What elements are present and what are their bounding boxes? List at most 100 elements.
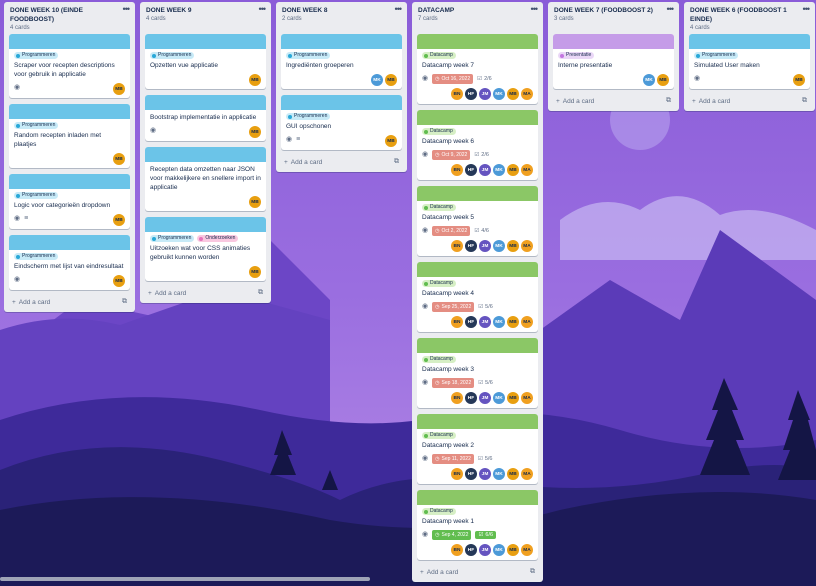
card[interactable]: Datacamp Datacamp week 6 ◉ ◷ Oct 9, 2022 ☑ 2/6… (417, 110, 538, 180)
add-card-button[interactable]: + Add a card ⧉ (412, 566, 543, 582)
avatar-bn[interactable]: BN (451, 316, 463, 328)
more-horizontal-icon[interactable]: ••• (259, 4, 267, 14)
avatar-mb[interactable]: MB (249, 126, 261, 138)
avatar-jm[interactable]: JM (479, 544, 491, 556)
avatar-mb[interactable]: MB (113, 153, 125, 165)
card-label-datacamp[interactable]: Datacamp (422, 432, 456, 439)
avatar-mb[interactable]: MB (249, 196, 261, 208)
more-horizontal-icon[interactable]: ••• (123, 4, 131, 14)
avatar-bn[interactable]: BN (451, 392, 463, 404)
card[interactable]: Datacamp Datacamp week 5 ◉ ◷ Oct 2, 2022 ☑ 4/6… (417, 186, 538, 256)
avatar-hf[interactable]: HF (465, 392, 477, 404)
avatar-mk[interactable]: MK (493, 544, 505, 556)
list-title[interactable]: DONE WEEK 6 (FOODBOOST 1 EINDE) (690, 6, 801, 24)
avatar-bn[interactable]: BN (451, 164, 463, 176)
card[interactable]: Recepten data omzetten naar JSON voor ma… (145, 147, 266, 211)
card-label-programmeren[interactable]: Programmeren (694, 52, 739, 59)
avatar-ma[interactable]: MA (521, 544, 533, 556)
due-date-badge[interactable]: ◷ Oct 16, 2022 (432, 74, 474, 84)
avatar-ma[interactable]: MA (521, 164, 533, 176)
card[interactable]: Datacamp Datacamp week 2 ◉ ◷ Sep 11, 2022 ☑ 5/… (417, 414, 538, 484)
avatar-mk[interactable]: MK (493, 240, 505, 252)
due-date-badge[interactable]: ◷ Oct 2, 2022 (432, 226, 471, 236)
template-icon[interactable]: ⧉ (122, 298, 127, 306)
avatar-mb[interactable]: MB (113, 275, 125, 287)
avatar-mk[interactable]: MK (493, 468, 505, 480)
card-label-presentatie[interactable]: Presentatie (558, 52, 595, 59)
avatar-mk[interactable]: MK (493, 88, 505, 100)
card[interactable]: Datacamp Datacamp week 1 ◉ ◷ Sep 4, 2022 ☑ 6/6… (417, 490, 538, 560)
card-label-programmeren[interactable]: Programmeren (150, 52, 195, 59)
list-title[interactable]: DONE WEEK 10 (EINDE FOODBOOST) (10, 6, 121, 24)
avatar-jm[interactable]: JM (479, 164, 491, 176)
avatar-mk[interactable]: MK (493, 316, 505, 328)
due-date-badge[interactable]: ◷ Sep 11, 2022 (432, 454, 474, 464)
avatar-jm[interactable]: JM (479, 240, 491, 252)
card[interactable]: Datacamp Datacamp week 3 ◉ ◷ Sep 18, 2022 ☑ 5/… (417, 338, 538, 408)
more-horizontal-icon[interactable]: ••• (803, 4, 811, 14)
card-label-programmeren[interactable]: Programmeren (286, 52, 331, 59)
add-card-button[interactable]: + Add a card ⧉ (4, 296, 135, 312)
card[interactable]: Programmeren Ingrediënten groeperen MK MB (281, 34, 402, 89)
more-horizontal-icon[interactable]: ••• (667, 4, 675, 14)
card[interactable]: Programmeren Opzetten vue applicatie MB (145, 34, 266, 89)
avatar-jm[interactable]: JM (479, 316, 491, 328)
avatar-ma[interactable]: MA (521, 316, 533, 328)
card[interactable]: Programmeren Logic voor categorieën dropd… (9, 174, 130, 229)
card-label-onderzoeken[interactable]: Onderzoeken (197, 235, 239, 242)
card-label-datacamp[interactable]: Datacamp (422, 356, 456, 363)
card-label-datacamp[interactable]: Datacamp (422, 280, 456, 287)
avatar-hf[interactable]: HF (465, 544, 477, 556)
card-label-datacamp[interactable]: Datacamp (422, 204, 456, 211)
avatar-mk[interactable]: MK (371, 74, 383, 86)
template-icon[interactable]: ⧉ (802, 97, 807, 105)
avatar-hf[interactable]: HF (465, 468, 477, 480)
avatar-mb[interactable]: MB (113, 83, 125, 95)
card[interactable]: Programmeren Scraper voor recepten descri… (9, 34, 130, 98)
avatar-ma[interactable]: MA (521, 88, 533, 100)
list-title[interactable]: DONE WEEK 9 (146, 6, 257, 15)
avatar-mb[interactable]: MB (507, 240, 519, 252)
card[interactable]: Programmeren GUI opschonen ◉ ≡ MB (281, 95, 402, 150)
more-horizontal-icon[interactable]: ••• (531, 4, 539, 14)
list-title[interactable]: DATACAMP (418, 6, 529, 15)
horizontal-scrollbar[interactable] (0, 577, 370, 581)
template-icon[interactable]: ⧉ (258, 289, 263, 297)
card-label-programmeren[interactable]: Programmeren (150, 235, 195, 242)
more-horizontal-icon[interactable]: ••• (395, 4, 403, 14)
avatar-hf[interactable]: HF (465, 164, 477, 176)
card-label-programmeren[interactable]: Programmeren (14, 253, 59, 260)
card-label-datacamp[interactable]: Datacamp (422, 128, 456, 135)
due-date-badge[interactable]: ◷ Sep 25, 2022 (432, 302, 475, 312)
avatar-bn[interactable]: BN (451, 544, 463, 556)
add-card-button[interactable]: + Add a card ⧉ (140, 287, 271, 303)
due-date-badge[interactable]: ◷ Oct 9, 2022 (432, 150, 471, 160)
avatar-mb[interactable]: MB (507, 392, 519, 404)
card[interactable]: Datacamp Datacamp week 4 ◉ ◷ Sep 25, 2022 ☑ 5/… (417, 262, 538, 332)
avatar-bn[interactable]: BN (451, 240, 463, 252)
avatar-mb[interactable]: MB (507, 468, 519, 480)
card-label-datacamp[interactable]: Datacamp (422, 52, 456, 59)
avatar-jm[interactable]: JM (479, 468, 491, 480)
card[interactable]: Programmeren Simulated User maken ◉ MB (689, 34, 810, 89)
card-label-programmeren[interactable]: Programmeren (14, 192, 59, 199)
avatar-mk[interactable]: MK (643, 74, 655, 86)
list-title[interactable]: DONE WEEK 7 (FOODBOOST 2) (554, 6, 665, 15)
template-icon[interactable]: ⧉ (666, 97, 671, 105)
card-label-programmeren[interactable]: Programmeren (14, 52, 59, 59)
list-title[interactable]: DONE WEEK 8 (282, 6, 393, 15)
add-card-button[interactable]: + Add a card ⧉ (684, 95, 815, 111)
avatar-mb[interactable]: MB (657, 74, 669, 86)
card[interactable]: Presentatie Interne presentatie MK MB (553, 34, 674, 89)
avatar-mb[interactable]: MB (793, 74, 805, 86)
avatar-mb[interactable]: MB (385, 135, 397, 147)
avatar-mk[interactable]: MK (493, 164, 505, 176)
avatar-jm[interactable]: JM (479, 88, 491, 100)
avatar-ma[interactable]: MA (521, 468, 533, 480)
avatar-mb[interactable]: MB (507, 544, 519, 556)
avatar-hf[interactable]: HF (465, 240, 477, 252)
avatar-mk[interactable]: MK (493, 392, 505, 404)
template-icon[interactable]: ⧉ (530, 568, 535, 576)
card[interactable]: Programmeren Eindscherm met lijst van ein… (9, 235, 130, 290)
add-card-button[interactable]: + Add a card ⧉ (276, 156, 407, 172)
